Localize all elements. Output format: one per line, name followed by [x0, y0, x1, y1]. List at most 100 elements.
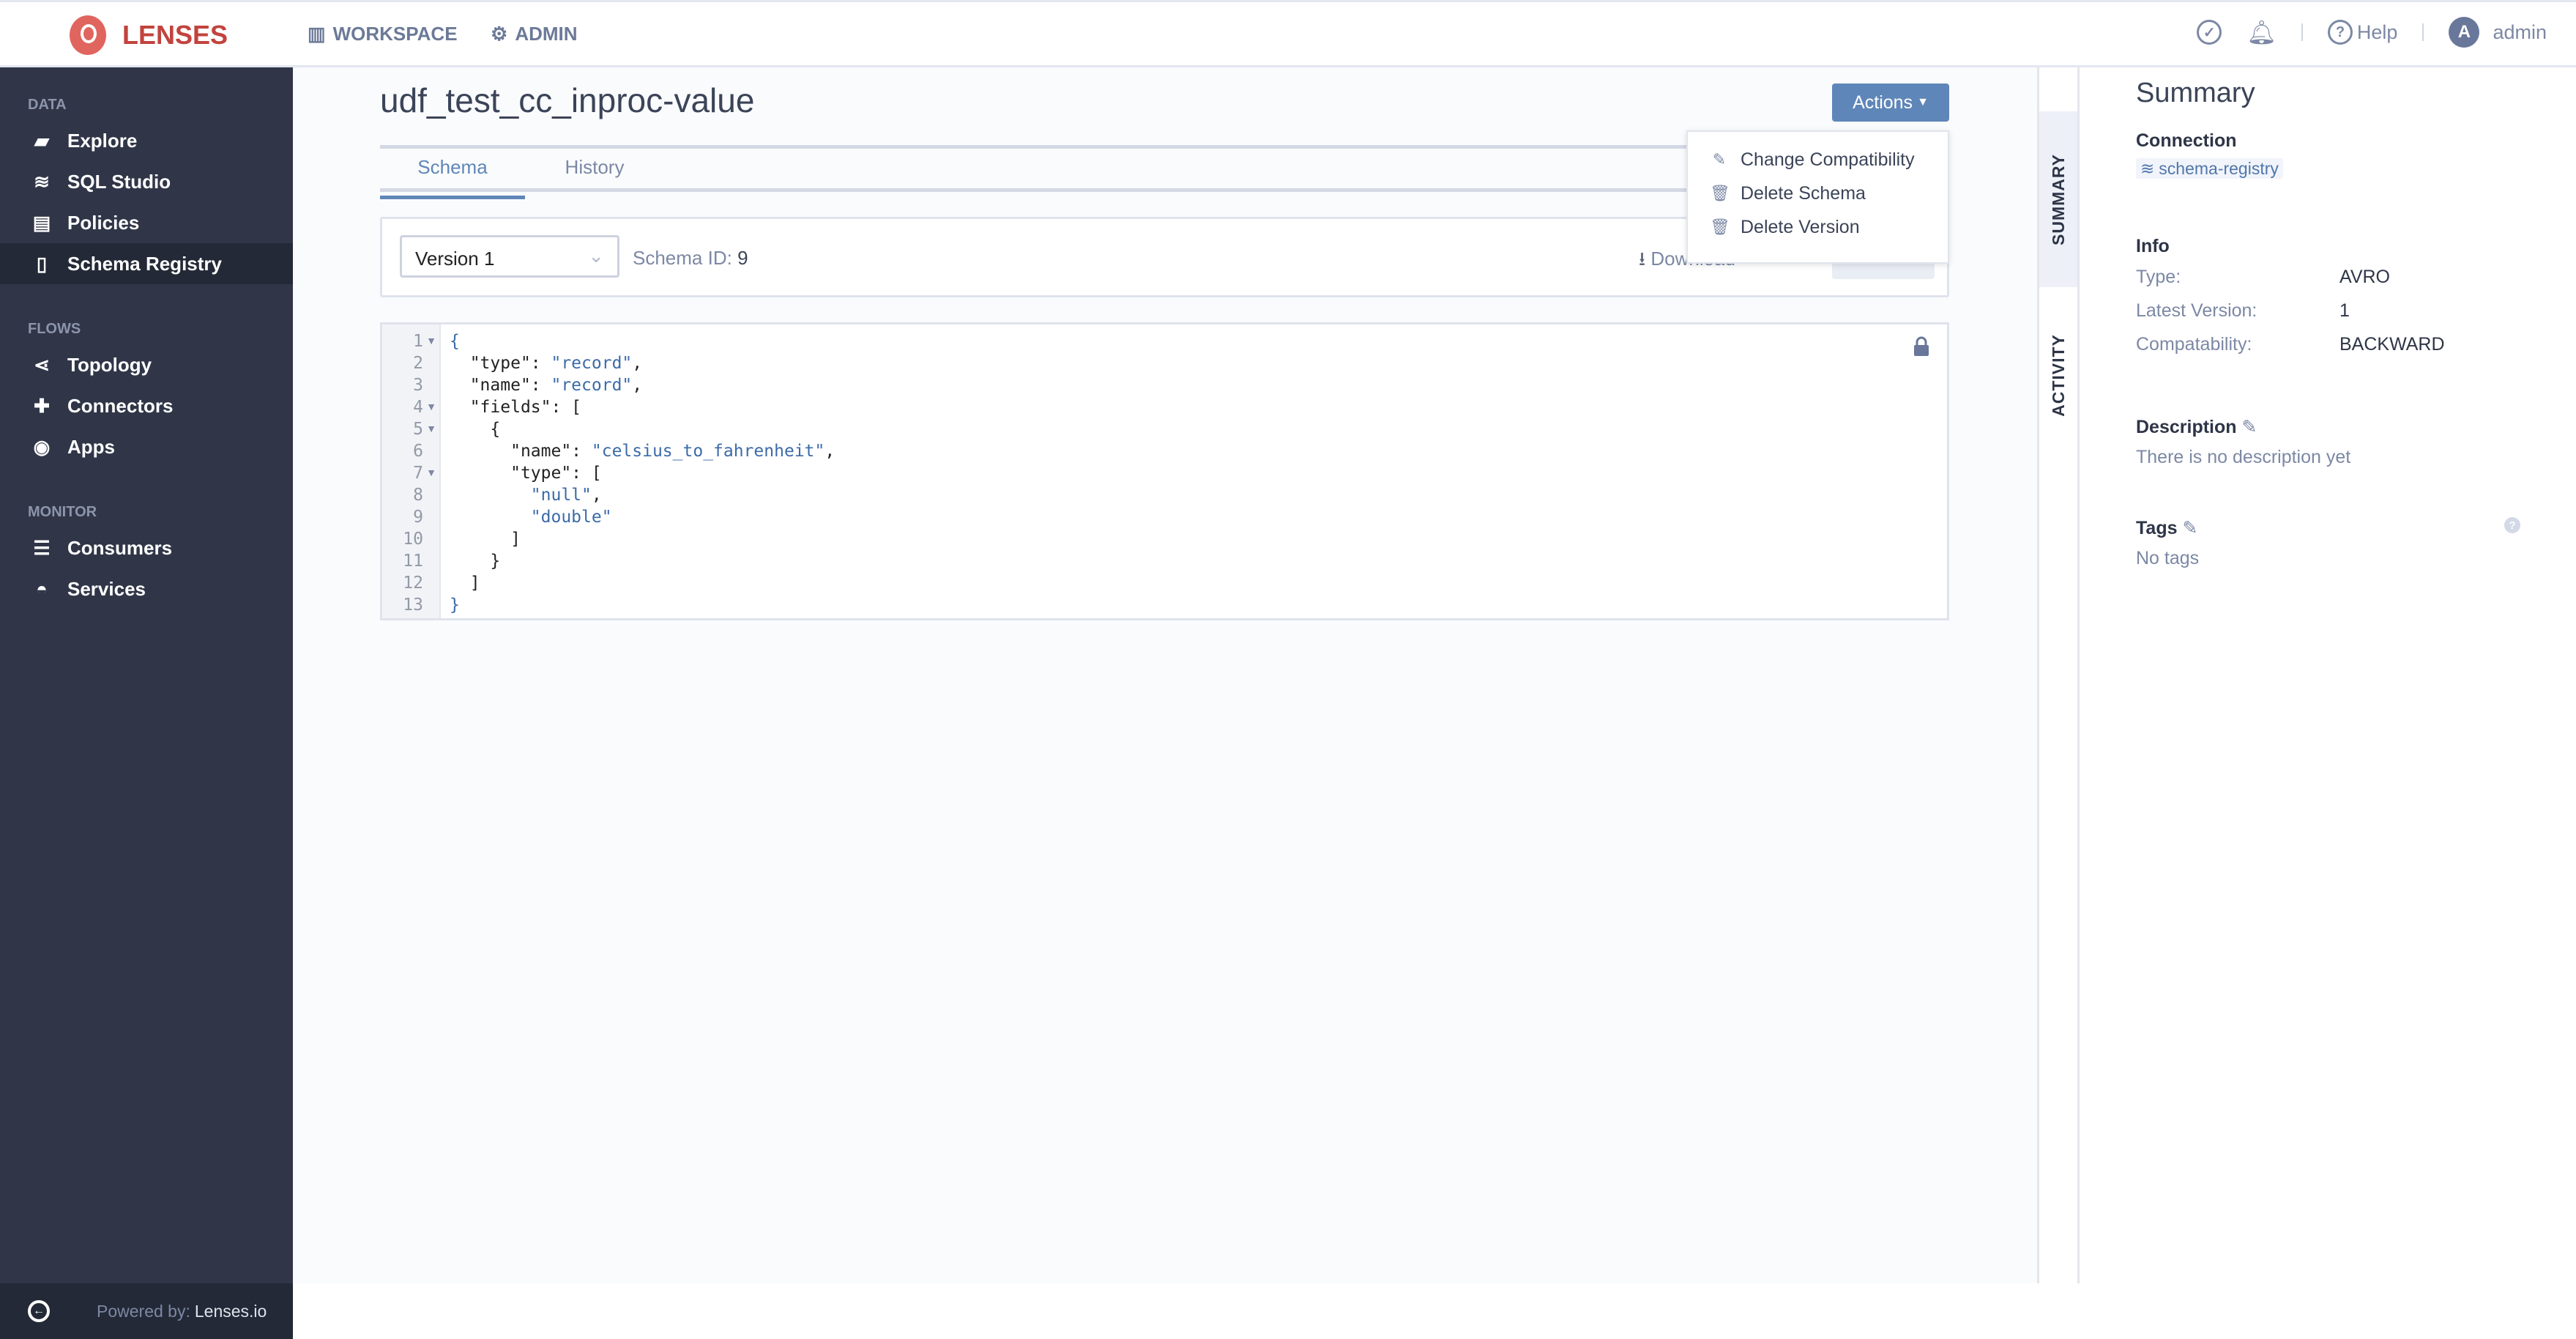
download-icon: ⭳ [1639, 248, 1646, 270]
trash-icon: 🗑︎ [1710, 218, 1730, 236]
main-content: udf_test_cc_inproc-value Actions ▼ Schema… [293, 67, 2037, 1283]
line-number: 2 [413, 354, 423, 373]
chevron-down-icon: ⌄ [588, 245, 604, 267]
menu-item-delete-schema[interactable]: 🗑︎ Delete Schema [1710, 179, 1866, 208]
lenses-logo-icon [70, 15, 106, 55]
sidebar-item-schema-registry[interactable]: ▯ Schema Registry [0, 243, 293, 284]
tab-schema[interactable]: Schema [380, 156, 525, 199]
connection-chip[interactable]: ≋ schema-registry [2136, 158, 2283, 179]
code-punct: , [632, 354, 643, 373]
actions-button[interactable]: Actions ▼ [1832, 84, 1949, 122]
code-line: { [450, 330, 460, 352]
help-icon[interactable]: ? [2504, 517, 2520, 533]
nav-admin-label: ADMIN [515, 23, 578, 45]
code-line: "name": "celsius_to_fahrenheit", [450, 440, 835, 462]
caret-down-icon: ▼ [1917, 96, 1929, 108]
lenses-logo[interactable]: LENSES [70, 15, 228, 55]
compatibility-value: BACKWARD [2339, 334, 2445, 355]
code-key: "name": [510, 442, 592, 461]
sidebar-item-policies[interactable]: ▤ Policies [0, 202, 293, 243]
powered-by-link[interactable]: Lenses.io [195, 1302, 267, 1321]
latest-version-label: Latest Version: [2136, 300, 2257, 321]
line-number: 8 [413, 486, 423, 505]
fold-arrow-icon[interactable]: ▼ [426, 423, 436, 434]
menu-item-change-compatibility[interactable]: ✎ Change Compatibility [1710, 145, 1915, 174]
menu-label: Delete Schema [1741, 182, 1866, 204]
schema-code-editor[interactable]: 1 ▼ 2 3 4 ▼ 5 ▼ 6 7 ▼ 8 9 10 11 12 13 { "type": "record"… [380, 322, 1949, 620]
side-tab-label: ACTIVITY [2048, 333, 2068, 417]
code-line: } [450, 550, 500, 572]
sidebar-item-topology[interactable]: ⋖ Topology [0, 344, 293, 385]
side-tab-activity[interactable]: ACTIVITY [2039, 287, 2077, 463]
bell-icon[interactable]: 🔔︎ [2246, 18, 2277, 46]
tags-label: Tags [2136, 518, 2178, 538]
description-text: There is no description yet [2136, 447, 2351, 467]
fold-arrow-icon[interactable]: ▼ [426, 335, 436, 346]
code-value: "double" [530, 508, 612, 527]
avatar: A [2449, 17, 2480, 48]
brand-name: LENSES [122, 20, 228, 50]
code-line: "type": "record", [450, 352, 642, 374]
menu-item-delete-version[interactable]: 🗑︎ Delete Version [1710, 212, 1860, 242]
sidebar-item-explore[interactable]: ▰ Explore [0, 120, 293, 161]
trash-icon: 🗑︎ [1710, 184, 1730, 202]
line-number: 9 [413, 508, 423, 527]
sidebar: DATA ▰ Explore ≋ SQL Studio ▤ Policies ▯ Sch… [0, 67, 293, 1339]
sidebar-item-connectors[interactable]: ✚ Connectors [0, 385, 293, 426]
fold-arrow-icon[interactable]: ▼ [426, 467, 436, 478]
user-menu[interactable]: A admin [2449, 17, 2547, 48]
version-select[interactable]: Version 1 ⌄ [400, 235, 619, 278]
section-flows: FLOWS [28, 321, 81, 337]
code-line: ] [450, 528, 521, 550]
nav-workspace[interactable]: ▥ WORKSPACE [308, 23, 458, 45]
line-number: 3 [413, 376, 423, 395]
edit-icon: ✎ [1712, 150, 1727, 168]
line-number: 11 [403, 552, 423, 571]
code-key: } [490, 552, 501, 571]
code-line: { [450, 418, 500, 440]
fold-arrow-icon[interactable]: ▼ [426, 401, 436, 412]
side-tab-summary[interactable]: SUMMARY [2039, 111, 2077, 287]
summary-panel: Summary Connection ≋ schema-registry Info… [2080, 67, 2576, 1283]
code-punct: , [632, 376, 643, 395]
code-key: "type": [ [510, 464, 602, 483]
nav-workspace-label: WORKSPACE [332, 23, 458, 45]
puzzle-icon: ✚ [34, 394, 50, 417]
code-line: "type": [ [450, 462, 602, 484]
info-label: Info [2136, 236, 2170, 256]
code-value: } [450, 596, 460, 615]
footer-area [293, 1283, 2576, 1339]
line-gutter: 1 ▼ 2 3 4 ▼ 5 ▼ 6 7 ▼ 8 9 10 11 12 13 [382, 324, 441, 618]
line-number: 13 [403, 596, 423, 615]
nav-admin[interactable]: ⚙ ADMIN [491, 23, 578, 45]
section-data: DATA [28, 97, 67, 113]
sidebar-item-services[interactable]: ◓ Services [0, 568, 293, 609]
tab-history[interactable]: History [525, 156, 664, 196]
help-link[interactable]: ? Help [2327, 20, 2398, 45]
gear-icon: ⚙ [491, 23, 508, 45]
edit-tags-icon[interactable]: ✎ [2182, 518, 2197, 538]
code-value: "celsius_to_fahrenheit" [591, 442, 825, 461]
label: Apps [67, 435, 115, 458]
label: Connectors [67, 394, 174, 417]
edit-description-icon[interactable]: ✎ [2241, 417, 2257, 437]
section-monitor: MONITOR [28, 504, 97, 520]
code-line: "fields": [ [450, 396, 581, 418]
sidebar-item-consumers[interactable]: ☰ Consumers [0, 527, 293, 568]
version-value: Version 1 [415, 248, 495, 270]
label: Services [67, 577, 146, 600]
line-number: 12 [403, 574, 423, 593]
line-number: 10 [403, 530, 423, 549]
collapse-sidebar-icon[interactable]: ← [28, 1300, 50, 1322]
actions-label: Actions [1853, 92, 1913, 113]
label: Consumers [67, 536, 173, 559]
type-value: AVRO [2339, 267, 2390, 287]
sidebar-item-apps[interactable]: ◉ Apps [0, 426, 293, 467]
help-label: Help [2356, 21, 2398, 43]
database-icon: ≋ [34, 170, 50, 193]
label: Topology [67, 353, 152, 376]
sliders-icon: ☰ [33, 536, 51, 559]
check-circle-icon[interactable]: ✓ [2197, 20, 2222, 45]
code-line: "null", [450, 484, 602, 506]
sidebar-item-sql-studio[interactable]: ≋ SQL Studio [0, 161, 293, 202]
